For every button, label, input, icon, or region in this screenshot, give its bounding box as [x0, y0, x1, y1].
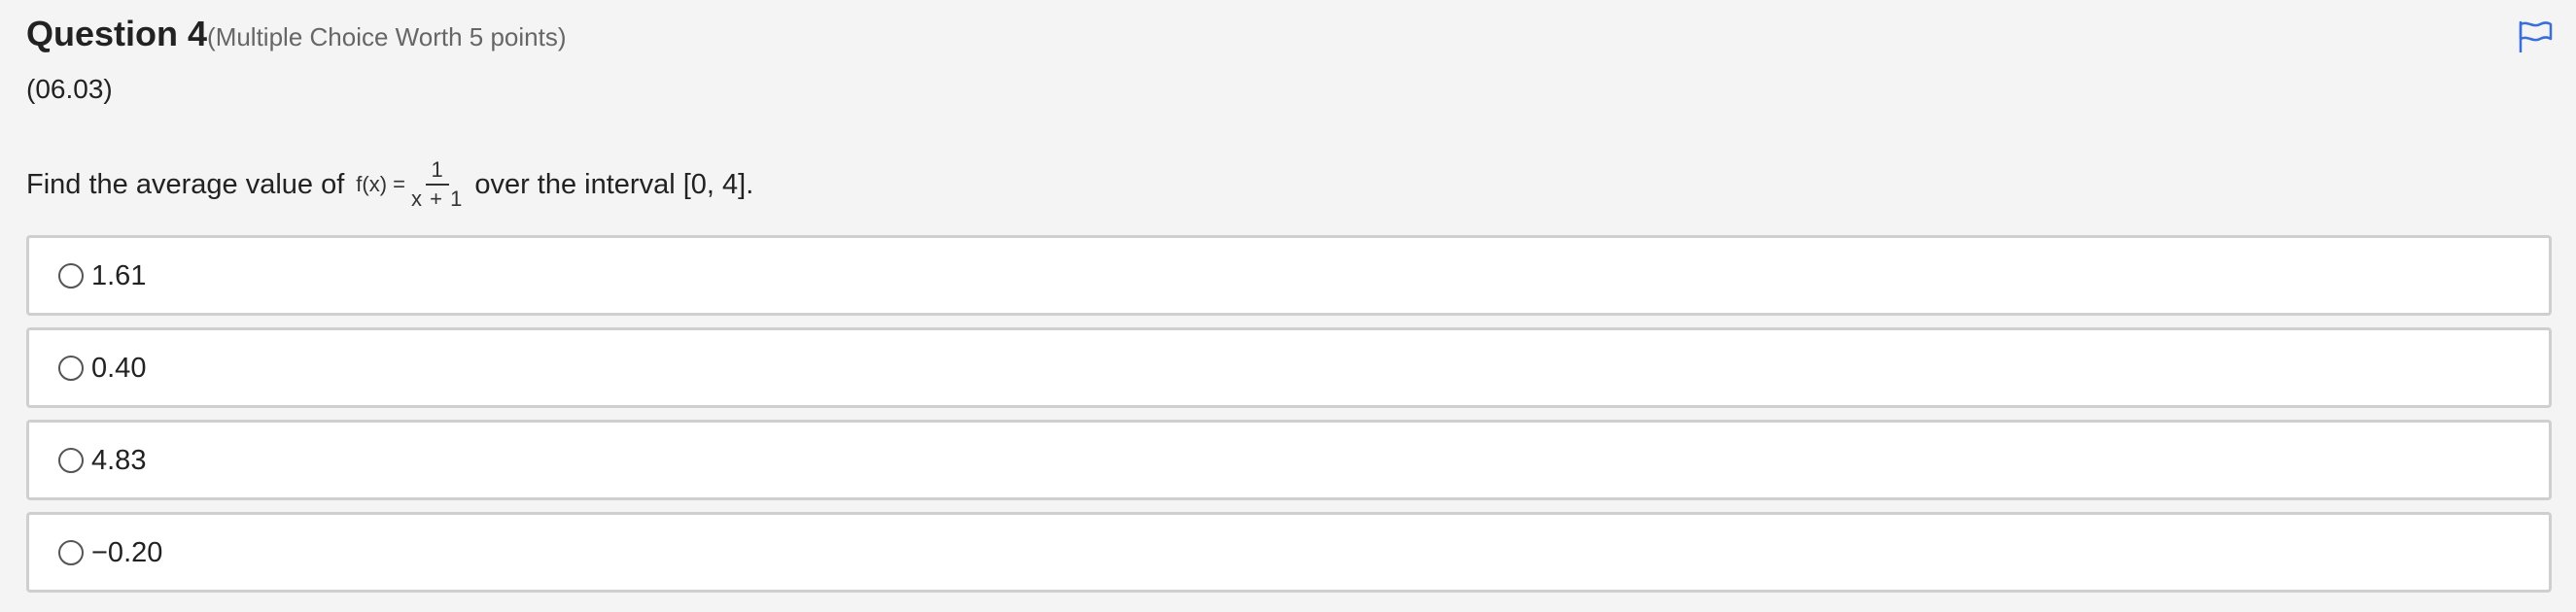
function-expression: f(x) = 1 x + 1 [356, 157, 464, 211]
function-lhs: f(x) = [356, 172, 406, 196]
answer-option[interactable]: 1.61 [26, 235, 2552, 316]
fraction-numerator: 1 [425, 157, 449, 186]
flag-icon[interactable] [2516, 17, 2555, 56]
question-page: Question 4 (Multiple Choice Worth 5 poin… [0, 0, 2576, 612]
question-prompt: Find the average value of f(x) = 1 x + 1… [26, 155, 753, 214]
radio-button[interactable] [58, 539, 84, 565]
radio-button[interactable] [58, 262, 84, 289]
question-header: Question 4 (Multiple Choice Worth 5 poin… [26, 14, 566, 54]
answer-option[interactable]: 4.83 [26, 420, 2552, 500]
answer-label: 0.40 [91, 353, 147, 384]
fraction-denominator: x + 1 [411, 187, 464, 211]
function-fraction: 1 x + 1 [411, 157, 464, 211]
answer-option[interactable]: 0.40 [26, 327, 2552, 408]
question-code: (06.03) [26, 74, 113, 104]
prompt-text-after: over the interval [0, 4]. [474, 168, 754, 200]
question-title: Question 4 [26, 14, 208, 53]
answer-label: 1.61 [91, 260, 147, 291]
prompt-text-before: Find the average value of [26, 168, 345, 200]
answer-options: 1.61 0.40 4.83 −0.20 [26, 235, 2552, 604]
radio-button[interactable] [58, 447, 84, 473]
question-meta: (Multiple Choice Worth 5 points) [207, 22, 567, 51]
radio-button[interactable] [58, 355, 84, 381]
answer-label: 4.83 [91, 445, 147, 476]
answer-label: −0.20 [91, 537, 163, 568]
answer-option[interactable]: −0.20 [26, 512, 2552, 593]
